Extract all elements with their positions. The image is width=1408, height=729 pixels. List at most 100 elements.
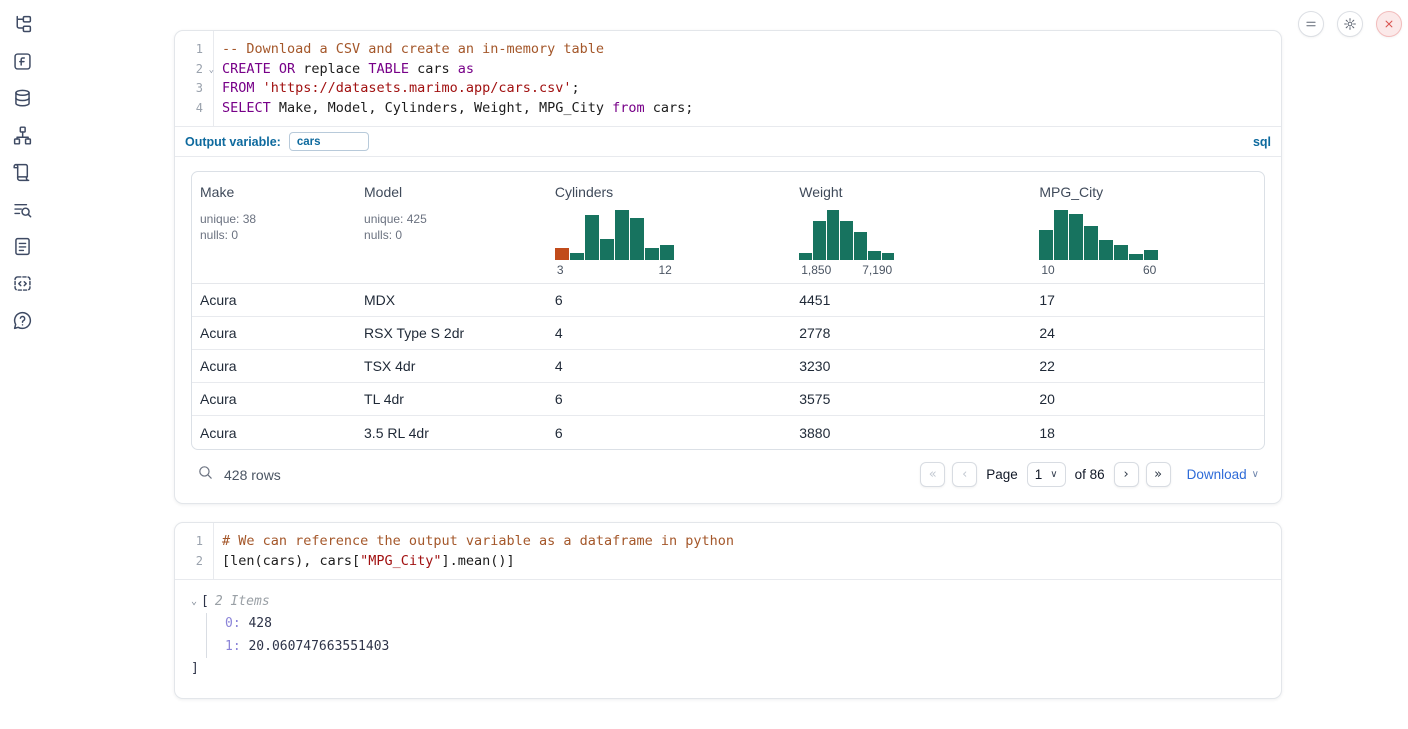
column-header-mpg-city[interactable]: MPG_City 1060	[1031, 172, 1264, 283]
snippets-icon[interactable]	[12, 273, 33, 294]
sql-code-editor[interactable]: 1-- Download a CSV and create an in-memo…	[175, 31, 1281, 126]
close-bracket: ]	[191, 660, 1265, 678]
histogram-bar	[1129, 254, 1143, 260]
column-stat: nulls: 0	[200, 227, 348, 243]
page-select[interactable]: 1 ∨	[1027, 462, 1066, 487]
mpg-city-histogram: 1060	[1039, 208, 1158, 277]
table-footer: 428 rows « ‹ Page 1 ∨ of 86 › » Download…	[191, 450, 1265, 491]
download-button[interactable]: Download ∨	[1187, 467, 1259, 482]
column-header-weight[interactable]: Weight 1,8507,190	[791, 172, 1031, 283]
sql-output: Make unique: 38 nulls: 0 Model unique: 4…	[175, 157, 1281, 503]
last-page-button[interactable]: »	[1146, 462, 1171, 487]
table-cell: 2778	[791, 317, 1031, 349]
next-page-button[interactable]: ›	[1114, 462, 1139, 487]
dependency-graph-icon[interactable]	[12, 125, 33, 146]
table-cell: 17	[1031, 284, 1264, 316]
logs-icon[interactable]	[12, 199, 33, 220]
table-header: Make unique: 38 nulls: 0 Model unique: 4…	[192, 172, 1264, 284]
chevron-down-icon: ∨	[1050, 469, 1057, 480]
histogram-bar	[868, 251, 881, 260]
search-icon[interactable]	[197, 464, 214, 486]
table-cell: 6	[547, 416, 791, 449]
collapse-chevron-icon[interactable]: ⌄	[191, 596, 197, 607]
histogram-bar	[570, 253, 584, 260]
settings-button[interactable]	[1337, 11, 1363, 37]
close-icon	[1382, 17, 1396, 31]
table-cell: 4451	[791, 284, 1031, 316]
python-code-editor[interactable]: 1# We can reference the output variable …	[175, 523, 1281, 579]
fold-chevron-icon[interactable]: ⌄	[209, 61, 214, 81]
gear-icon	[1343, 17, 1357, 31]
histogram-bar	[1069, 214, 1083, 260]
output-variable-input[interactable]	[289, 132, 369, 151]
language-badge: sql	[1253, 135, 1271, 149]
database-icon[interactable]	[12, 88, 33, 109]
histogram-bar	[827, 210, 840, 260]
list-item: 1: 20.060747663551403	[225, 636, 1265, 659]
table-row: AcuraRSX Type S 2dr4277824	[192, 317, 1264, 350]
table-cell: 3880	[791, 416, 1031, 449]
table-cell: 4	[547, 350, 791, 382]
sql-cell: 1-- Download a CSV and create an in-memo…	[174, 30, 1282, 504]
table-cell: 22	[1031, 350, 1264, 382]
table-row: AcuraMDX6445117	[192, 284, 1264, 317]
list-entries: 0: 428 1: 20.060747663551403	[206, 613, 1265, 658]
histogram-bar	[660, 245, 674, 260]
histogram-bar	[630, 218, 644, 260]
documentation-icon[interactable]	[12, 236, 33, 257]
table-cell: Acura	[192, 317, 356, 349]
table-cell: TL 4dr	[356, 383, 547, 415]
python-output: ⌄ [ 2 Items 0: 428 1: 20.060747663551403…	[175, 580, 1281, 698]
table-cell: Acura	[192, 350, 356, 382]
histogram-bar	[600, 239, 614, 260]
page-label: Page	[986, 467, 1018, 482]
notebook: 1-- Download a CSV and create an in-memo…	[174, 30, 1282, 699]
histogram-bar	[840, 221, 853, 260]
table-cell: Acura	[192, 383, 356, 415]
column-header-make[interactable]: Make unique: 38 nulls: 0	[192, 172, 356, 283]
histogram-bar	[799, 253, 812, 260]
data-table: Make unique: 38 nulls: 0 Model unique: 4…	[191, 171, 1265, 450]
scratchpad-icon[interactable]	[12, 162, 33, 183]
notebook-actions	[1298, 11, 1402, 37]
column-stat: nulls: 0	[364, 227, 539, 243]
histogram-bar	[854, 232, 867, 260]
output-variable-label: Output variable:	[185, 135, 281, 149]
histogram-bar	[645, 248, 659, 260]
histogram-bar	[1039, 230, 1053, 260]
table-cell: 24	[1031, 317, 1264, 349]
table-cell: RSX Type S 2dr	[356, 317, 547, 349]
menu-button[interactable]	[1298, 11, 1324, 37]
help-icon[interactable]	[12, 310, 33, 331]
histogram-bar	[615, 210, 629, 260]
histogram-bar	[1114, 245, 1128, 260]
histogram-bar	[1099, 240, 1113, 260]
column-header-cylinders[interactable]: Cylinders 312	[547, 172, 791, 283]
table-cell: TSX 4dr	[356, 350, 547, 382]
file-tree-icon[interactable]	[12, 14, 33, 35]
items-count: 2 Items	[215, 594, 270, 609]
pagination: « ‹ Page 1 ∨ of 86 › »	[920, 462, 1170, 487]
table-row: Acura3.5 RL 4dr6388018	[192, 416, 1264, 449]
shutdown-button[interactable]	[1376, 11, 1402, 37]
histogram-bar	[882, 253, 895, 260]
first-page-button[interactable]: «	[920, 462, 945, 487]
chevron-down-icon: ∨	[1252, 469, 1259, 480]
histogram-bar	[1054, 210, 1068, 260]
table-cell: 6	[547, 383, 791, 415]
table-cell: 20	[1031, 383, 1264, 415]
table-cell: 6	[547, 284, 791, 316]
prev-page-button[interactable]: ‹	[952, 462, 977, 487]
python-cell: 1# We can reference the output variable …	[174, 522, 1282, 699]
histogram-bar	[585, 215, 599, 260]
open-bracket: [	[201, 594, 209, 609]
table-cell: Acura	[192, 284, 356, 316]
column-stat: unique: 425	[364, 211, 539, 227]
histogram-bar	[813, 221, 826, 260]
functions-icon[interactable]	[12, 51, 33, 72]
table-cell: 4	[547, 317, 791, 349]
table-cell: 18	[1031, 416, 1264, 449]
histogram-bar	[1144, 250, 1158, 260]
column-header-model[interactable]: Model unique: 425 nulls: 0	[356, 172, 547, 283]
table-cell: 3575	[791, 383, 1031, 415]
